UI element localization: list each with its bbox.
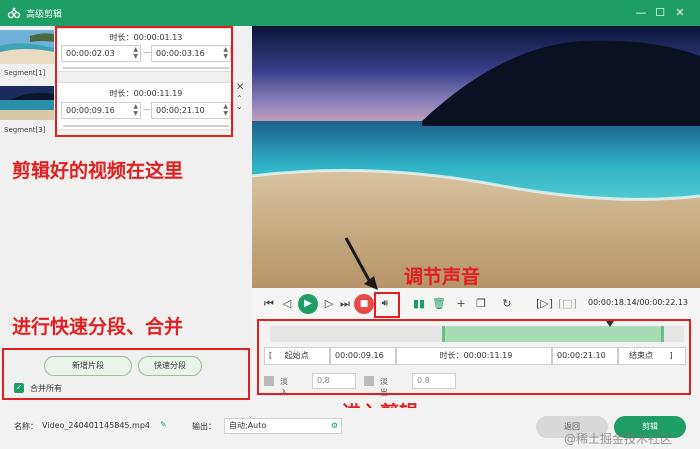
step-back-icon[interactable]: ◁ xyxy=(280,297,294,311)
segment-thumbnail-3[interactable] xyxy=(0,86,54,120)
new-segment-button[interactable]: 新增片段 xyxy=(44,356,132,376)
minimize-icon[interactable]: — xyxy=(632,4,650,22)
chevron-down-icon[interactable]: ⌄ xyxy=(236,102,243,111)
output-label: 输出： xyxy=(192,422,216,431)
edit-pencil-icon[interactable]: ✎ xyxy=(160,420,167,429)
skip-to-end-icon[interactable]: ⏭ xyxy=(338,297,352,311)
stop-icon[interactable]: ■ xyxy=(354,294,374,314)
bottom-bar: 名称： Video_240401145845.mp4 ✎ 输出： 自动;Auto… xyxy=(0,408,700,449)
segment-label-1: Segment[1] xyxy=(4,69,46,77)
maximize-icon[interactable]: ☐ xyxy=(651,4,669,22)
annotation-edited-videos: 剪辑好的视频在这里 xyxy=(12,160,184,182)
segment-label-3: Segment[3] xyxy=(4,126,46,134)
mark-out-icon[interactable]: [□] xyxy=(558,297,577,311)
left-panel: Segment[1] Segment[3] 时长：00:00:01.13 00:… xyxy=(0,26,252,400)
playback-time: 00:00:18.14/00:00:22.13 xyxy=(588,298,688,307)
quick-split-button[interactable]: 快速分段 xyxy=(138,356,202,376)
annotation-split-merge: 进行快速分段、合并 xyxy=(12,316,184,338)
annotation-box-edit-area xyxy=(257,319,691,395)
merge-all-label: 合并所有 xyxy=(30,384,62,393)
merge-all-checkbox[interactable]: ✓ xyxy=(14,383,24,393)
close-icon[interactable]: ✕ xyxy=(671,4,689,22)
split-icon[interactable]: ▮▮ xyxy=(412,297,426,311)
app-logo-icon xyxy=(7,7,21,19)
step-forward-icon[interactable]: ▷ xyxy=(322,297,336,311)
title-bar: 高级剪辑 — ☐ ✕ xyxy=(0,0,700,26)
delete-icon[interactable]: 🗑︎ xyxy=(432,297,446,311)
play-icon[interactable]: ▶ xyxy=(298,294,318,314)
output-value: 自动;Auto xyxy=(229,421,267,430)
player-toolbar: ⏮ ◁ ▶ ▷ ⏭ ■ 🔊︎ ▮▮ 🗑︎ + ❐ ↻ [▷] [□] 00:00… xyxy=(252,288,700,320)
annotation-box-segments xyxy=(55,26,233,137)
output-select[interactable]: 自动;Auto ⚙ xyxy=(224,418,342,434)
watermark: @稀土掘金技术社区 xyxy=(564,432,673,446)
close-icon[interactable]: ✕ xyxy=(236,82,244,93)
file-name: Video_240401145845.mp4 xyxy=(42,421,150,430)
video-preview[interactable] xyxy=(252,26,700,288)
copy-icon[interactable]: ❐ xyxy=(474,297,488,311)
skip-to-start-icon[interactable]: ⏮ xyxy=(262,297,276,311)
annotation-arrow xyxy=(344,237,378,290)
segment-thumbnail-1[interactable] xyxy=(0,30,54,64)
annotation-adjust-sound: 调节声音 xyxy=(404,266,481,288)
add-icon[interactable]: + xyxy=(454,297,468,311)
name-label: 名称： xyxy=(14,422,38,431)
window-title: 高级剪辑 xyxy=(26,10,63,20)
mark-in-icon[interactable]: [▷] xyxy=(536,297,553,311)
rotate-icon[interactable]: ↻ xyxy=(500,297,514,311)
gear-icon[interactable]: ⚙ xyxy=(331,419,338,433)
